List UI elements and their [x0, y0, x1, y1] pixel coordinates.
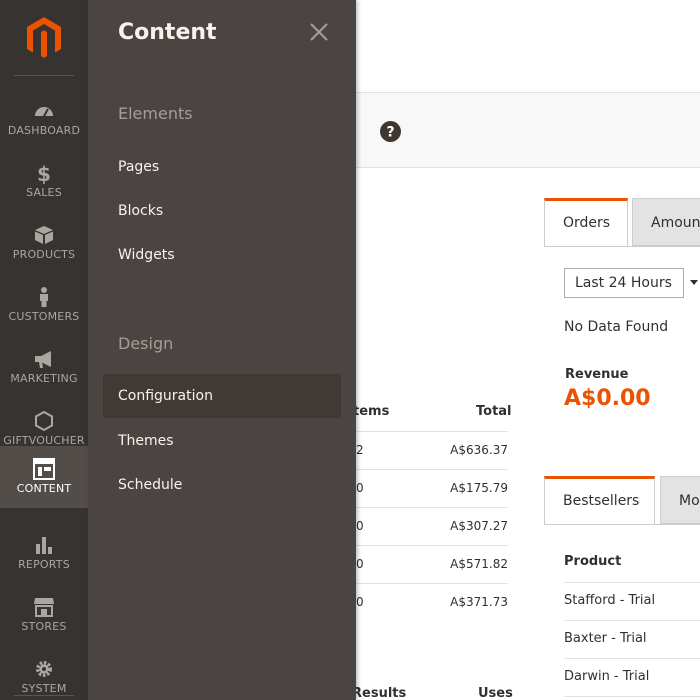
dollar-icon: $ [37, 162, 51, 184]
period-select[interactable]: Last 24 Hours [564, 268, 700, 298]
no-data-message: No Data Found [564, 319, 669, 335]
nav-label: DASHBOARD [7, 124, 81, 137]
flyout-link-pages[interactable]: Pages [103, 145, 341, 189]
row-divider [564, 620, 700, 621]
page-actions-bar: ? [356, 92, 700, 168]
row-divider [564, 658, 700, 659]
flyout-title: Content [118, 20, 217, 45]
column-header-product: Product [564, 554, 622, 569]
nav-label: MARKETING [10, 372, 78, 385]
dashboard-main: ? Orders Amoun Last 24 Hours No Data Fou… [352, 0, 700, 700]
nav-item-stores[interactable]: STORES [0, 584, 88, 646]
svg-text:?: ? [386, 125, 394, 141]
person-icon [40, 287, 48, 307]
row-divider [356, 583, 508, 584]
hexagon-icon [35, 410, 53, 432]
chevron-down-icon[interactable] [683, 268, 700, 298]
gauge-icon [35, 107, 53, 117]
flyout-link-widgets[interactable]: Widgets [103, 233, 341, 277]
nav-label: CONTENT [16, 482, 72, 495]
bar-chart-icon [36, 537, 52, 554]
sidebar-divider [14, 695, 74, 696]
column-header-uses: Uses [478, 686, 513, 700]
nav-label: SALES [26, 186, 62, 199]
logo-divider [14, 75, 74, 76]
flyout-link-blocks[interactable]: Blocks [103, 189, 341, 233]
flyout-link-configuration[interactable]: Configuration [103, 374, 341, 418]
tab-amounts[interactable]: Amoun [632, 198, 700, 246]
tab-most-viewed[interactable]: Mo [660, 476, 700, 524]
nav-label: REPORTS [18, 558, 70, 571]
gear-icon [36, 661, 52, 677]
tab-orders[interactable]: Orders [544, 198, 628, 246]
row-divider [356, 431, 508, 432]
bestseller-product: Darwin - Trial [564, 669, 650, 684]
flyout-link-themes[interactable]: Themes [103, 419, 341, 463]
admin-sidebar: DASHBOARD $ SALES PRODUCTS CUSTOMERS MAR… [0, 0, 88, 700]
nav-item-customers[interactable]: CUSTOMERS [0, 274, 88, 336]
table-cell-total: A$636.37 [450, 443, 508, 457]
megaphone-icon [35, 351, 51, 368]
column-header-results: Results [352, 686, 407, 700]
magento-logo[interactable] [0, 0, 88, 76]
nav-item-marketing[interactable]: MARKETING [0, 336, 88, 398]
row-divider [356, 545, 508, 546]
tabs-divider [544, 246, 700, 247]
magento-logo-icon [27, 17, 61, 58]
nav-label: CUSTOMERS [8, 310, 80, 323]
row-divider [356, 469, 508, 470]
nav-label: SYSTEM [21, 682, 67, 695]
row-divider [564, 582, 700, 583]
content-flyout-menu: Content Elements Pages Blocks Widgets De… [88, 0, 356, 700]
revenue-label: Revenue [565, 367, 629, 382]
bestseller-product: Stafford - Trial [564, 593, 656, 608]
revenue-value: A$0.00 [564, 386, 651, 411]
bestseller-product: Baxter - Trial [564, 631, 647, 646]
nav-item-system[interactable]: SYSTEM [0, 646, 88, 700]
storefront-icon [34, 598, 54, 617]
table-cell-total: A$175.79 [450, 481, 508, 495]
nav-item-products[interactable]: PRODUCTS [0, 212, 88, 274]
nav-label: PRODUCTS [12, 248, 76, 261]
svg-text:$: $ [37, 162, 51, 184]
section-title-elements: Elements [118, 104, 193, 123]
layout-icon [33, 458, 55, 480]
table-cell-total: A$371.73 [450, 595, 508, 609]
table-cell-total: A$307.27 [450, 519, 508, 533]
column-header-total: Total [476, 404, 512, 419]
row-divider [356, 507, 508, 508]
nav-item-content[interactable]: CONTENT [0, 446, 88, 508]
nav-label: STORES [21, 620, 67, 633]
box-icon [35, 226, 53, 244]
nav-item-sales[interactable]: $ SALES [0, 150, 88, 212]
close-icon[interactable] [307, 20, 331, 44]
nav-item-dashboard[interactable]: DASHBOARD [0, 88, 88, 150]
nav-item-reports[interactable]: REPORTS [0, 522, 88, 584]
table-cell-total: A$571.82 [450, 557, 508, 571]
row-divider [564, 696, 700, 697]
flyout-link-schedule[interactable]: Schedule [103, 463, 341, 507]
tabs-divider [544, 524, 700, 525]
help-icon[interactable]: ? [380, 121, 401, 142]
column-header-items: tems [353, 404, 390, 419]
tab-bestsellers[interactable]: Bestsellers [544, 476, 655, 524]
section-title-design: Design [118, 334, 174, 353]
